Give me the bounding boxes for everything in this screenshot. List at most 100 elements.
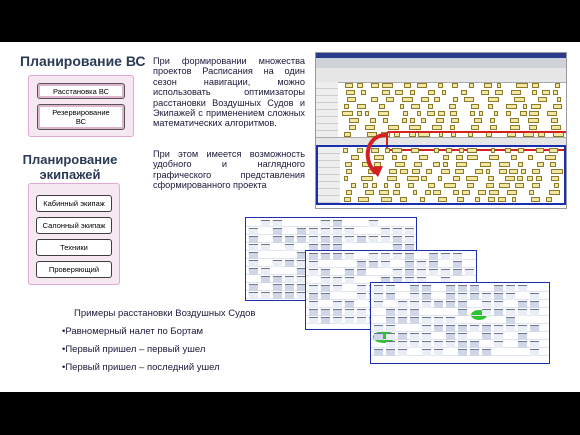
grid-cell [506, 309, 515, 316]
grid-cell [386, 285, 395, 292]
grid-cell [458, 301, 467, 308]
gantt-bar [496, 83, 502, 88]
gantt-bar [427, 183, 436, 188]
gantt-bar [411, 104, 420, 109]
grid-cell [518, 285, 527, 292]
gantt-bar [379, 190, 390, 195]
gantt-bar [441, 169, 451, 174]
grid-cell [453, 261, 462, 268]
gantt-bar [535, 176, 543, 181]
gantt-bar [521, 169, 526, 174]
grid-cell [381, 236, 390, 243]
gantt-bar [470, 104, 480, 109]
grid-cell [345, 309, 354, 316]
gantt-bar [450, 125, 455, 130]
grid-cell [321, 317, 330, 324]
grid-cell [482, 349, 491, 356]
gantt-bar [466, 176, 479, 181]
gantt-bar [529, 125, 537, 130]
gantt-bar [363, 183, 368, 188]
examples-list: Примеры расстановки Воздушных Судов •Рав… [62, 306, 302, 376]
inspector-button[interactable]: Проверяющий [36, 261, 112, 278]
gantt-bar [487, 104, 493, 109]
grid-cell [398, 309, 407, 316]
timeline-header [316, 68, 566, 83]
grid-cell [273, 292, 282, 299]
grid-cell [393, 228, 402, 235]
grid-cell [446, 317, 455, 324]
grid-cell [429, 253, 438, 260]
gantt-bar [342, 111, 353, 116]
gantt-bar [392, 190, 401, 195]
grid-cell [321, 253, 330, 260]
grid-cell [446, 301, 455, 308]
example-item: •Первый пришел – последний ушел [62, 362, 220, 373]
aircraft-reservation-button[interactable]: Резервирование ВС [37, 104, 125, 130]
gantt-bar [364, 111, 369, 116]
grid-cell [453, 253, 462, 260]
gantt-bar [416, 111, 422, 116]
grid-cell [374, 293, 383, 300]
gantt-bar [487, 97, 500, 102]
gantt-bar [410, 148, 420, 153]
gantt-bar [488, 190, 499, 195]
example-item: •Равномерный налет по Бортам [62, 326, 204, 337]
grid-cell [249, 244, 258, 251]
grid-cell [357, 285, 366, 292]
gantt-bar [504, 148, 512, 153]
grid-cell [422, 325, 431, 332]
gantt-bar [448, 104, 457, 109]
grid-cell [273, 276, 282, 283]
gantt-bar [484, 83, 493, 88]
grid-cell [273, 236, 282, 243]
grid-cell [410, 333, 419, 340]
gantt-bar [518, 148, 524, 153]
grid-cell [345, 301, 354, 308]
grid-cell [530, 301, 539, 308]
aircraft-assignment-button[interactable]: Расстановка ВС [37, 83, 125, 99]
gantt-bar [487, 197, 495, 202]
gantt-bar [409, 118, 416, 123]
grid-cell [321, 228, 330, 235]
grid-cell [446, 341, 455, 348]
gantt-bar [511, 155, 518, 160]
grid-cell [345, 277, 354, 284]
grid-cell [434, 341, 443, 348]
gantt-bar [381, 197, 392, 202]
grid-cell [285, 236, 294, 243]
grid-cell [393, 269, 402, 276]
gantt-bar [401, 155, 407, 160]
gantt-bar [414, 162, 423, 167]
grid-cell [333, 228, 342, 235]
grid-cell [494, 309, 503, 316]
grid-cell [405, 261, 414, 268]
grid-cell [446, 325, 455, 332]
gantt-row-label [318, 189, 340, 196]
grid-cell [285, 244, 294, 251]
description-paragraph-2: При этом имеется возможность удобного и … [153, 149, 305, 191]
grid-cell [249, 284, 258, 291]
gantt-bar [426, 169, 433, 174]
gantt-bar [478, 190, 487, 195]
gantt-bar [516, 83, 528, 88]
gantt-bar [378, 111, 390, 116]
gantt-bar [450, 118, 460, 123]
gantt-bar [499, 169, 507, 174]
grid-cell [297, 236, 306, 243]
grid-cell [273, 284, 282, 291]
gantt-bar [371, 97, 378, 102]
gantt-bar [529, 190, 534, 195]
technicians-button[interactable]: Техники [36, 239, 112, 256]
cabin-crew-button[interactable]: Кабинный экипаж [36, 195, 112, 212]
gantt-bar [344, 197, 351, 202]
grid-cell [333, 301, 342, 308]
gantt-bar [364, 190, 375, 195]
grid-cell [410, 293, 419, 300]
gantt-bar [550, 169, 563, 174]
flight-attendants-button[interactable]: Салонный экипаж [36, 217, 112, 234]
gantt-bar [357, 83, 363, 88]
gantt-bar [550, 125, 561, 130]
gantt-row-label [316, 96, 338, 103]
gantt-bar [510, 90, 522, 95]
gantt-bar [437, 176, 443, 181]
